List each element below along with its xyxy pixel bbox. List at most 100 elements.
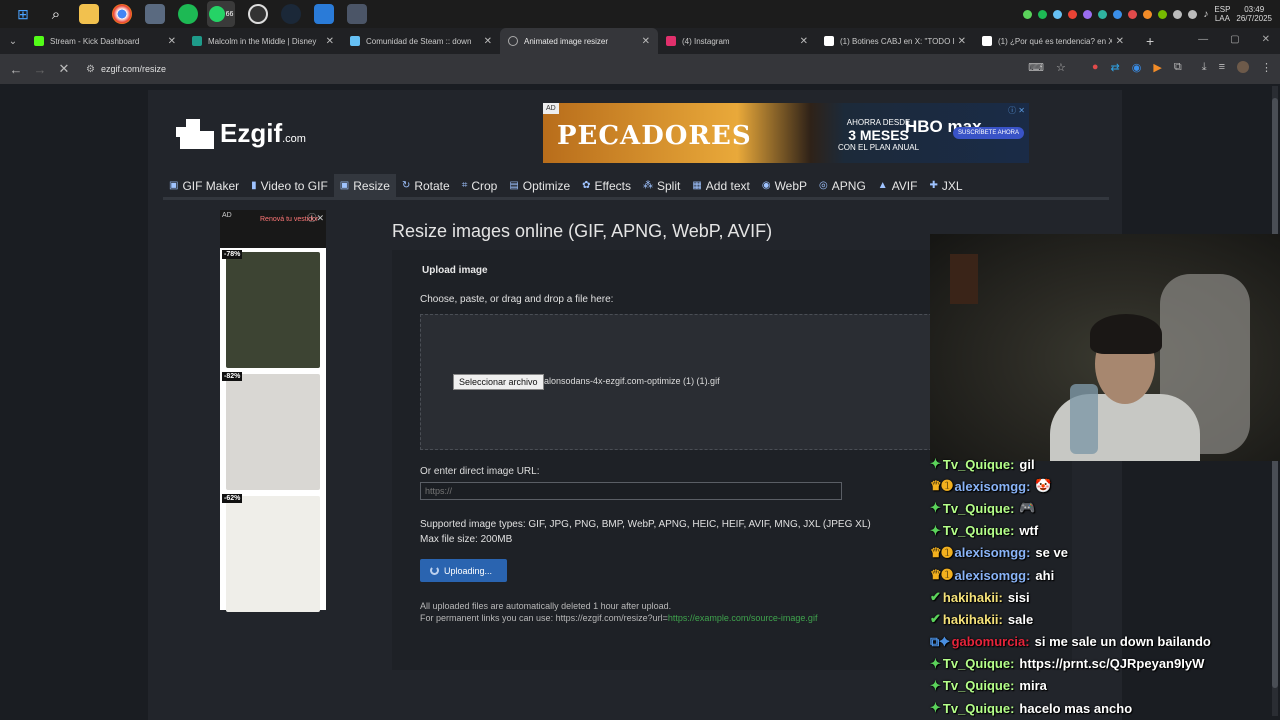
menu-item[interactable]: ⌗ Crop [456, 174, 504, 198]
tab-close-icon[interactable]: ✕ [958, 36, 966, 47]
chat-username[interactable]: alexisomgg: [955, 545, 1031, 560]
chat-username[interactable]: Tv_Quique: [943, 656, 1015, 671]
menu-item[interactable]: ▮ Video to GIF [245, 174, 334, 198]
extensions-puzzle-icon[interactable]: ⧉ [1174, 61, 1182, 74]
chrome-icon[interactable] [112, 4, 132, 24]
select-file-button[interactable]: Seleccionar archivo [453, 374, 544, 390]
browser-tab[interactable]: Malcolm in the Middle | Disney ✕ [184, 28, 342, 54]
spotify-icon[interactable] [178, 4, 198, 24]
browser-tab[interactable]: Stream - Kick Dashboard ✕ [26, 28, 184, 54]
menu-item[interactable]: ⁂ Split [637, 174, 686, 198]
minimize-icon[interactable]: — [1198, 34, 1208, 45]
tray-chrome-icon[interactable] [1068, 9, 1078, 19]
windows-start-icon[interactable]: ⊞ [13, 4, 33, 24]
tab-close-icon[interactable]: ✕ [642, 36, 650, 47]
chat-username[interactable]: Tv_Quique: [943, 701, 1015, 716]
side-ad-close-icon[interactable]: ⓘ✕ [307, 211, 324, 224]
menu-item[interactable]: ✚ JXL [923, 174, 968, 198]
profile-avatar[interactable] [1237, 61, 1249, 73]
example-link[interactable]: https://example.com/source-image.gif [668, 613, 818, 623]
tray-red-icon[interactable] [1128, 9, 1138, 19]
banner-ad[interactable]: AD PECADORES AHORRA DESDE 3 MESES CON EL… [543, 103, 1029, 163]
close-window-icon[interactable]: ✕ [1262, 34, 1270, 45]
tab-close-icon[interactable]: ✕ [484, 36, 492, 47]
app-window-icon[interactable] [145, 4, 165, 24]
media-control-icon[interactable]: ≡ [1219, 61, 1225, 74]
keyboard-language[interactable]: ESP LAA [1214, 5, 1230, 23]
bookmark-star-icon[interactable]: ☆ [1056, 61, 1066, 74]
steam-icon[interactable] [281, 4, 301, 24]
browser-tab[interactable]: (1) ¿Por qué es tendencia? en X ✕ [974, 28, 1132, 54]
menu-item[interactable]: ▣ Resize [333, 173, 396, 198]
menu-item[interactable]: ◎ APNG [813, 174, 872, 198]
search-icon[interactable]: ⌕ [46, 4, 66, 24]
translate-icon[interactable]: ⌨ [1028, 61, 1044, 74]
tray-app-icon[interactable] [1023, 9, 1033, 19]
browser-tab[interactable]: (1) Botines CABJ en X: "TODO I ✕ [816, 28, 974, 54]
ad-product[interactable]: -82% [222, 372, 322, 492]
new-tab-button[interactable]: + [1146, 33, 1154, 49]
menu-item[interactable]: ✿ Effects [576, 174, 637, 198]
tray-feather-icon[interactable] [1083, 9, 1093, 19]
menu-item[interactable]: ↻ Rotate [396, 174, 456, 198]
ad-product[interactable]: -78% [222, 250, 322, 370]
volume-icon[interactable]: ♪ [1203, 9, 1208, 20]
extension-audio-icon[interactable]: ◉ [1132, 61, 1142, 74]
tab-search-icon[interactable]: ⌄ [0, 36, 26, 47]
chat-username[interactable]: hakihakii: [943, 590, 1003, 605]
ad-product[interactable]: -62% [222, 494, 322, 614]
forward-icon[interactable]: → [28, 62, 52, 77]
chat-username[interactable]: hakihakii: [943, 612, 1003, 627]
chat-username[interactable]: gabomurcia: [952, 634, 1030, 649]
extension-play-icon[interactable]: ▶ [1153, 61, 1161, 74]
ad-info-icon[interactable]: ⓘ ✕ [1008, 105, 1025, 116]
tray-vpn-icon[interactable] [1113, 9, 1123, 19]
site-info-icon[interactable]: ⚙ [86, 64, 95, 75]
chat-username[interactable]: Tv_Quique: [943, 678, 1015, 693]
upload-button[interactable]: Uploading... [420, 559, 507, 582]
chrome-menu-icon[interactable]: ⋮ [1261, 61, 1272, 74]
chat-username[interactable]: alexisomgg: [955, 568, 1031, 583]
browser-tab[interactable]: (4) Instagram ✕ [658, 28, 816, 54]
chat-username[interactable]: Tv_Quique: [943, 457, 1015, 472]
tray-nvidia-icon[interactable] [1158, 9, 1168, 19]
chat-username[interactable]: alexisomgg: [955, 479, 1031, 494]
menu-item[interactable]: ▣ GIF Maker [163, 174, 245, 198]
tray-usb-icon[interactable] [1173, 9, 1183, 19]
clock[interactable]: 03:49 26/7/2025 [1236, 5, 1272, 23]
tray-spotify-icon[interactable] [1038, 9, 1048, 19]
maximize-icon[interactable]: ▢ [1230, 34, 1239, 45]
tab-close-icon[interactable]: ✕ [168, 36, 176, 47]
downloads-icon[interactable]: ⤓ [1202, 61, 1207, 74]
tab-close-icon[interactable]: ✕ [1116, 36, 1124, 47]
ad-cta-button[interactable]: SUSCRÍBETE AHORA [953, 127, 1025, 139]
side-ad[interactable]: AD Renová tu vestidor ⓘ✕ -78% -82% -62% [220, 210, 326, 612]
tray-steam-icon[interactable] [1053, 9, 1063, 19]
browser-tab[interactable]: Comunidad de Steam :: down ✕ [342, 28, 500, 54]
ezgif-logo[interactable]: Ezgif .com [176, 118, 306, 149]
file-explorer-icon[interactable] [79, 4, 99, 24]
address-bar-url[interactable]: ezgif.com/resize [101, 64, 166, 74]
chat-username[interactable]: Tv_Quique: [943, 501, 1015, 516]
menu-item[interactable]: ▤ Optimize [503, 174, 576, 198]
tray-shield-icon[interactable] [1098, 9, 1108, 19]
tab-close-icon[interactable]: ✕ [326, 36, 334, 47]
obs-icon[interactable] [248, 4, 268, 24]
tray-display-icon[interactable] [1188, 9, 1198, 19]
app-blue-icon[interactable] [314, 4, 334, 24]
calculator-icon[interactable] [347, 4, 367, 24]
menu-item[interactable]: ◉ WebP [756, 174, 813, 198]
browser-tab[interactable]: Animated image resizer ✕ [500, 28, 658, 54]
extension-blue-icon[interactable]: ⇄ [1111, 61, 1120, 74]
chat-username[interactable]: Tv_Quique: [943, 523, 1015, 538]
whatsapp-icon[interactable]: 66 [207, 1, 235, 27]
tab-close-icon[interactable]: ✕ [800, 36, 808, 47]
menu-item[interactable]: ▲ AVIF [872, 174, 924, 198]
tray-orange-icon[interactable] [1143, 9, 1153, 19]
back-icon[interactable]: ← [4, 62, 28, 77]
menu-item[interactable]: ▦ Add text [686, 174, 755, 198]
extension-red-icon[interactable]: ● [1092, 61, 1099, 74]
chat-message: ✔ hakihakii: sisi [930, 586, 1280, 608]
image-url-input[interactable] [420, 482, 842, 500]
stop-loading-icon[interactable]: ✕ [52, 61, 76, 77]
